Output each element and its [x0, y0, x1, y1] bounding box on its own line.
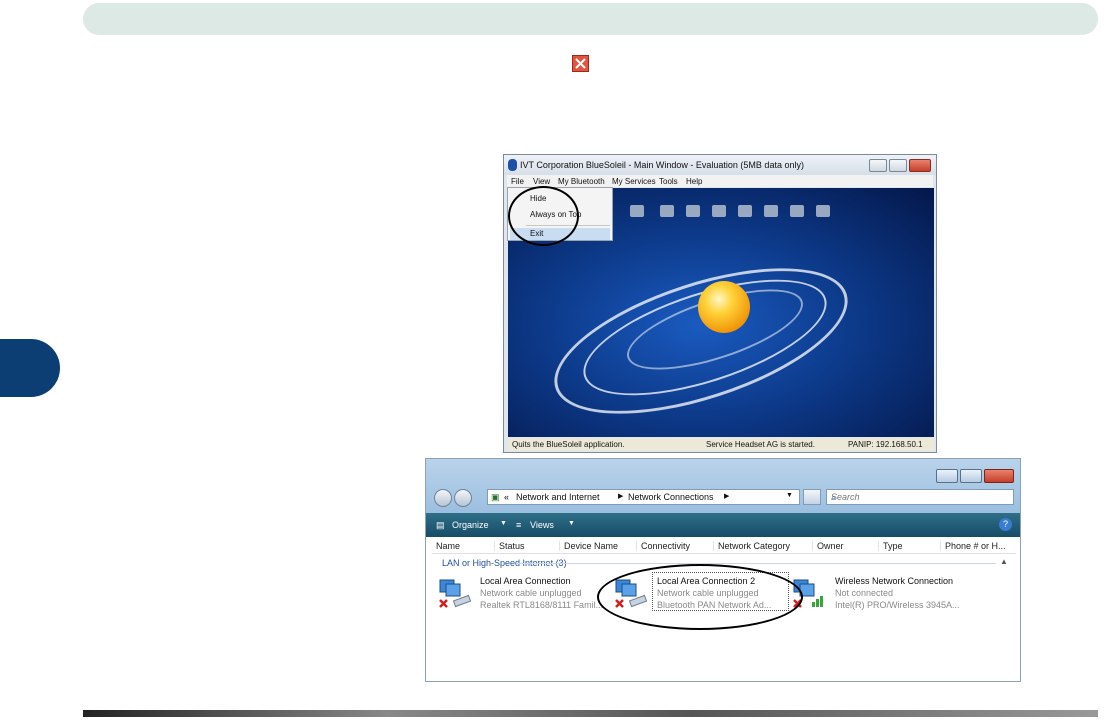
- menu-my-services[interactable]: My Services: [612, 177, 656, 186]
- title-bar: IVT Corporation BlueSoleil - Main Window…: [504, 155, 936, 175]
- service-icon[interactable]: [764, 205, 778, 217]
- footer-bar: [83, 710, 1098, 717]
- menu-file[interactable]: File: [511, 177, 524, 186]
- service-icon[interactable]: [738, 205, 752, 217]
- title-bar: ▣ « Network and Internet ▶ Network Conne…: [426, 459, 1020, 513]
- service-icon[interactable]: [712, 205, 726, 217]
- column-headers: Name Status Device Name Connectivity Net…: [432, 539, 1016, 554]
- minimize-button[interactable]: [869, 159, 887, 172]
- column-header[interactable]: Network Category: [713, 541, 790, 551]
- menu-bar: File View My Bluetooth My Services Tools…: [507, 175, 933, 187]
- column-header[interactable]: Owner: [812, 541, 844, 551]
- breadcrumb-network-connections[interactable]: Network Connections: [628, 492, 714, 502]
- breadcrumb-back[interactable]: «: [504, 492, 509, 502]
- status-text: Quits the BlueSoleil application.: [512, 440, 625, 449]
- close-button[interactable]: [984, 469, 1014, 483]
- chapter-tab: [0, 339, 60, 397]
- list-item[interactable]: Wireless Network Connection Not connecte…: [835, 575, 960, 611]
- connection-name: Local Area Connection: [480, 576, 571, 586]
- column-header[interactable]: Phone # or H...: [940, 541, 1006, 551]
- address-bar[interactable]: ▣ « Network and Internet ▶ Network Conne…: [487, 489, 800, 505]
- connection-name: Wireless Network Connection: [835, 576, 954, 586]
- menu-tools[interactable]: Tools: [659, 177, 678, 186]
- chevron-down-icon[interactable]: ▼: [568, 520, 575, 527]
- minimize-button[interactable]: [936, 469, 958, 483]
- refresh-button[interactable]: [803, 489, 821, 505]
- connection-device: Intel(R) PRO/Wireless 3945A...: [835, 600, 960, 610]
- views-icon: ≡: [516, 520, 522, 530]
- connection-status: Not connected: [835, 588, 894, 598]
- service-icon[interactable]: [816, 205, 830, 217]
- help-icon[interactable]: ?: [999, 518, 1012, 531]
- bluetooth-icon: [508, 159, 517, 171]
- status-bar: Quits the BlueSoleil application. Servic…: [508, 438, 934, 451]
- column-header[interactable]: Device Name: [559, 541, 618, 551]
- folder-icon: ▣: [491, 492, 500, 502]
- chevron-right-icon[interactable]: ▶: [724, 492, 729, 500]
- status-service: Service Headset AG is started.: [706, 440, 815, 449]
- list-item[interactable]: Local Area Connection Network cable unpl…: [480, 575, 603, 611]
- close-icon: [572, 55, 589, 72]
- chevron-down-icon[interactable]: ▼: [500, 520, 507, 527]
- column-header[interactable]: Connectivity: [636, 541, 690, 551]
- maximize-button[interactable]: [889, 159, 907, 172]
- forward-button[interactable]: [454, 489, 472, 507]
- search-icon[interactable]: ⌕: [831, 492, 1009, 503]
- column-header[interactable]: Status: [494, 541, 525, 551]
- header-bar: [83, 3, 1098, 35]
- back-button[interactable]: [434, 489, 452, 507]
- views-button[interactable]: Views: [530, 520, 554, 530]
- organize-icon: ▤: [436, 520, 445, 530]
- column-header[interactable]: Type: [878, 541, 903, 551]
- chevron-up-icon[interactable]: ▲: [1000, 557, 1008, 566]
- chevron-right-icon[interactable]: ▶: [618, 492, 623, 500]
- command-bar: ▤ Organize ▼ ≡ Views ▼ ?: [426, 513, 1020, 537]
- connection-device: Realtek RTL8168/8111 Famil...: [480, 600, 604, 610]
- menu-help[interactable]: Help: [686, 177, 702, 186]
- window-title: IVT Corporation BlueSoleil - Main Window…: [520, 160, 804, 170]
- organize-button[interactable]: Organize: [452, 520, 489, 530]
- maximize-button[interactable]: [960, 469, 982, 483]
- local-device-icon[interactable]: [698, 281, 750, 333]
- network-adapter-icon: [439, 579, 472, 608]
- service-icon[interactable]: [630, 205, 644, 217]
- connection-status: Network cable unplugged: [480, 588, 582, 598]
- breadcrumb-network-and-internet[interactable]: Network and Internet: [516, 492, 600, 502]
- highlight-circle: [597, 564, 803, 630]
- status-panip: PANIP: 192.168.50.1: [848, 440, 923, 449]
- close-button[interactable]: [909, 159, 931, 172]
- highlight-circle: [508, 186, 579, 246]
- search-input[interactable]: Search ⌕: [826, 489, 1014, 505]
- menu-my-bluetooth[interactable]: My Bluetooth: [558, 177, 605, 186]
- service-icon[interactable]: [660, 205, 674, 217]
- service-icon[interactable]: [686, 205, 700, 217]
- service-icon[interactable]: [790, 205, 804, 217]
- chevron-down-icon[interactable]: ▼: [786, 492, 793, 499]
- column-header[interactable]: Name: [432, 541, 460, 551]
- menu-view[interactable]: View: [533, 177, 550, 186]
